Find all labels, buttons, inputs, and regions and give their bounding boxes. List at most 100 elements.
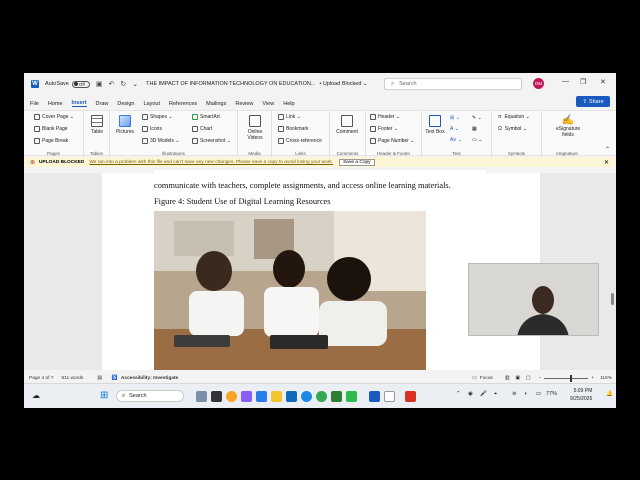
table-button[interactable]: Table bbox=[86, 115, 108, 135]
drop-cap-icon[interactable]: A≡ ⌄ bbox=[450, 137, 462, 143]
location-icon[interactable]: ⌖ bbox=[494, 391, 497, 398]
figure-caption[interactable]: Figure 4: Student Use of Digital Learnin… bbox=[154, 197, 331, 206]
store-icon[interactable] bbox=[286, 391, 297, 402]
save-a-copy-button[interactable]: Save a Copy bbox=[339, 158, 375, 166]
taskbar-search[interactable]: ⌕ Search bbox=[116, 390, 184, 402]
word-count[interactable]: 611 words bbox=[62, 376, 84, 381]
menu-file[interactable]: File bbox=[30, 101, 39, 107]
menu-design[interactable]: Design bbox=[117, 101, 134, 107]
shapes-button[interactable]: Shapes ⌄ bbox=[142, 114, 173, 120]
cross-reference-button[interactable]: Cross-reference bbox=[278, 138, 322, 144]
comment-button[interactable]: Comment bbox=[336, 115, 358, 135]
search-input[interactable]: ⌕ Search bbox=[384, 78, 522, 90]
vertical-scrollbar[interactable] bbox=[611, 173, 614, 370]
icons-button[interactable]: Icons bbox=[142, 126, 162, 132]
close-icon[interactable]: ✕ bbox=[600, 78, 606, 86]
link-button[interactable]: Link ⌄ bbox=[278, 114, 301, 120]
bookmark-button[interactable]: Bookmark bbox=[278, 126, 309, 132]
zoom-slider[interactable] bbox=[544, 374, 589, 382]
proofing-icon[interactable]: ▤ bbox=[97, 376, 102, 381]
notepad-icon[interactable] bbox=[384, 391, 395, 402]
notification-bell-icon[interactable]: 🔔 bbox=[606, 391, 613, 397]
online-videos-button[interactable]: Online Videos bbox=[244, 115, 266, 141]
chart-button[interactable]: Chart bbox=[192, 126, 212, 132]
body-paragraph[interactable]: communicate with teachers, complete assi… bbox=[154, 181, 451, 190]
redo-icon[interactable]: ↻ bbox=[120, 80, 126, 88]
microphone-icon[interactable]: 🎤 bbox=[480, 391, 487, 397]
wordart-icon[interactable]: A ⌄ bbox=[450, 126, 459, 132]
camtasia-icon[interactable] bbox=[331, 391, 342, 402]
collapse-ribbon-icon[interactable]: ⌃ bbox=[605, 146, 610, 153]
footer-button[interactable]: Footer ⌄ bbox=[370, 126, 398, 132]
page-count[interactable]: Page 4 of 7 bbox=[29, 376, 54, 381]
chrome-icon[interactable] bbox=[316, 391, 327, 402]
edge-browser-icon[interactable] bbox=[301, 391, 312, 402]
edge-icon[interactable] bbox=[256, 391, 267, 402]
symbol-button[interactable]: Ω Symbol ⌄ bbox=[498, 126, 527, 132]
zoom-out-icon[interactable]: − bbox=[538, 376, 541, 381]
menu-references[interactable]: References bbox=[169, 101, 197, 107]
save-icon[interactable]: ▣ bbox=[96, 80, 103, 88]
read-mode-icon[interactable]: ▥ bbox=[505, 376, 510, 381]
windows-start-icon[interactable]: ⊞ bbox=[100, 390, 108, 401]
zoom-in-icon[interactable]: + bbox=[591, 376, 594, 381]
tray-chevron-icon[interactable]: ⌃ bbox=[456, 391, 461, 397]
restore-icon[interactable]: ❐ bbox=[580, 78, 586, 86]
esignature-fields-button[interactable]: ✍ eSignature fields bbox=[556, 115, 580, 138]
menu-home[interactable]: Home bbox=[48, 101, 63, 107]
date-time-icon[interactable]: ▦ bbox=[472, 126, 477, 132]
weather-icon[interactable]: ☁ bbox=[32, 391, 40, 400]
avatar[interactable]: OM bbox=[533, 78, 544, 89]
signature-line-icon[interactable]: ✎ ⌄ bbox=[472, 115, 482, 121]
menu-draw[interactable]: Draw bbox=[96, 101, 109, 107]
volume-icon[interactable]: ◖ bbox=[524, 391, 527, 397]
battery-icon[interactable]: ▭ bbox=[536, 391, 541, 397]
zoom-slider-thumb[interactable] bbox=[570, 374, 573, 382]
word-taskbar-icon[interactable] bbox=[369, 391, 380, 402]
document-title: THE IMPACT OF INFORMATION TECHNOLOGY ON … bbox=[146, 81, 316, 87]
smartart-button[interactable]: SmartArt bbox=[192, 114, 220, 120]
menu-help[interactable]: Help bbox=[283, 101, 294, 107]
menu-mailings[interactable]: Mailings bbox=[206, 101, 226, 107]
upload-blocked-message[interactable]: We ran into a problem with this file and… bbox=[89, 160, 333, 165]
quick-parts-icon[interactable]: ⊞ ⌄ bbox=[450, 115, 460, 121]
undo-icon[interactable]: ↶ bbox=[108, 80, 114, 88]
teams-icon[interactable] bbox=[241, 391, 252, 402]
cover-page-button[interactable]: Cover Page ⌄ bbox=[34, 114, 74, 120]
menu-view[interactable]: View bbox=[262, 101, 274, 107]
header-button[interactable]: Header ⌄ bbox=[370, 114, 400, 120]
screenshot-button[interactable]: Screenshot ⌄ bbox=[192, 138, 231, 144]
task-view-icon[interactable] bbox=[211, 391, 222, 402]
equation-button[interactable]: π Equation ⌄ bbox=[498, 114, 530, 120]
whatsapp-icon[interactable] bbox=[346, 391, 357, 402]
wifi-icon[interactable]: ≋ bbox=[512, 391, 517, 397]
3d-models-button[interactable]: 3D Models ⌄ bbox=[142, 138, 180, 144]
web-layout-icon[interactable]: ▢ bbox=[526, 376, 531, 381]
scrollbar-thumb[interactable] bbox=[611, 293, 614, 305]
close-message-icon[interactable]: ✕ bbox=[604, 159, 609, 166]
copilot-icon[interactable] bbox=[196, 391, 207, 402]
menu-insert[interactable]: Insert bbox=[71, 100, 87, 107]
pictures-button[interactable]: Pictures bbox=[114, 115, 136, 135]
page-number-button[interactable]: Page Number ⌄ bbox=[370, 138, 414, 144]
focus-button[interactable]: Focus bbox=[480, 376, 493, 381]
share-button[interactable]: ⇪ Share bbox=[576, 96, 610, 107]
object-icon[interactable]: ▭ ⌄ bbox=[472, 137, 482, 143]
print-layout-icon[interactable]: ▣ bbox=[515, 376, 520, 381]
text-box-button[interactable]: Text Box bbox=[424, 115, 446, 135]
search-app-icon[interactable] bbox=[226, 391, 237, 402]
minimize-icon[interactable]: — bbox=[562, 78, 569, 85]
file-explorer-icon[interactable] bbox=[271, 391, 282, 402]
customize-icon[interactable]: ⌄ bbox=[132, 80, 138, 88]
students-photo[interactable] bbox=[154, 211, 426, 370]
page-break-button[interactable]: Page Break bbox=[34, 138, 68, 144]
accessibility-status[interactable]: Accessibility: Investigate bbox=[121, 376, 178, 381]
tray-app-icon[interactable]: ◉ bbox=[468, 391, 473, 397]
clock[interactable]: 5:09 PM 9/25/2026 bbox=[570, 387, 592, 403]
menu-layout[interactable]: Layout bbox=[144, 101, 161, 107]
blank-page-button[interactable]: Blank Page bbox=[34, 126, 68, 132]
autosave-toggle[interactable]: Off bbox=[71, 80, 90, 88]
zoom-level[interactable]: 116% bbox=[600, 376, 612, 381]
recorder-icon[interactable] bbox=[405, 391, 416, 402]
menu-review[interactable]: Review bbox=[235, 101, 253, 107]
